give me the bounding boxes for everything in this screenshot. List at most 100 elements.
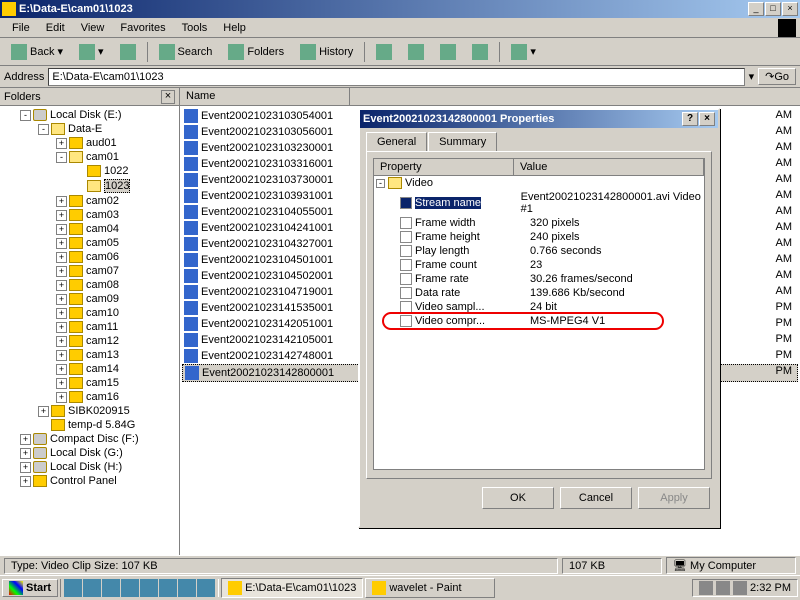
app-icon[interactable] [178,579,196,597]
tree-node[interactable]: -cam01 [2,150,177,164]
tree-node[interactable]: +Compact Disc (F:) [2,432,177,446]
tree-node[interactable]: +cam15 [2,376,177,390]
tree-node[interactable]: temp-d 5.84G [2,418,177,432]
folders-panel-close-button[interactable]: × [161,90,175,104]
copyto-button[interactable] [401,41,431,63]
tree-node[interactable]: +cam08 [2,278,177,292]
tree-node[interactable]: +cam03 [2,208,177,222]
go-button[interactable]: ↷Go [758,68,796,85]
tree-node[interactable]: 1022 [2,164,177,178]
property-row[interactable]: Video sampl...24 bit [374,300,704,314]
tree-node[interactable]: +cam10 [2,306,177,320]
dialog-close-button[interactable]: × [699,112,715,126]
tray-icon[interactable] [699,581,713,595]
ok-button[interactable]: OK [482,487,554,509]
dialog-help-button[interactable]: ? [682,112,698,126]
tree-node[interactable]: -Data-E [2,122,177,136]
time-suffix: PM [776,316,793,332]
address-input[interactable] [48,68,744,86]
folders-button[interactable]: Folders [221,41,291,63]
tree-node[interactable]: +cam13 [2,348,177,362]
up-button[interactable] [113,41,143,63]
column-name[interactable]: Name [180,88,350,105]
system-tray: 2:32 PM [692,579,798,597]
app-icon[interactable] [140,579,158,597]
taskbar-item[interactable]: wavelet - Paint [365,578,495,598]
moveto-button[interactable] [369,41,399,63]
property-row[interactable]: Frame rate30.26 frames/second [374,272,704,286]
tree-node[interactable]: +SIBK020915 [2,404,177,418]
time-suffix: PM [776,300,793,316]
tree-node[interactable]: +cam09 [2,292,177,306]
cancel-button[interactable]: Cancel [560,487,632,509]
property-row[interactable]: Stream nameEvent20021023142800001.avi Vi… [374,190,704,216]
volume-icon[interactable] [733,581,747,595]
disk-icon [33,447,47,459]
ie-icon[interactable] [64,579,82,597]
menu-favorites[interactable]: Favorites [112,20,173,36]
menu-help[interactable]: Help [215,20,254,36]
property-row[interactable]: Frame height240 pixels [374,230,704,244]
tree-node[interactable]: +cam04 [2,222,177,236]
history-button[interactable]: History [293,41,360,63]
property-row[interactable]: Video compr...MS-MPEG4 V1 [374,314,704,328]
back-button[interactable]: Back▾ [4,41,70,63]
apply-button[interactable]: Apply [638,487,710,509]
app-icon[interactable] [121,579,139,597]
property-group-video[interactable]: - Video [374,176,704,190]
app-icon[interactable] [197,579,215,597]
start-button[interactable]: Start [2,579,58,597]
tree-node[interactable]: +Local Disk (G:) [2,446,177,460]
tree-node[interactable]: -Local Disk (E:) [2,108,177,122]
close-button[interactable]: × [782,2,798,16]
property-grid[interactable]: Property Value - Video Stream nameEvent2… [373,158,705,470]
folder-tree[interactable]: -Local Disk (E:)-Data-E+aud01-cam0110221… [0,106,179,555]
minimize-button[interactable]: _ [748,2,764,16]
maximize-button[interactable]: □ [765,2,781,16]
document-icon [400,273,412,285]
windows-logo-icon [778,19,796,37]
views-button[interactable]: ▾ [504,41,543,63]
search-button[interactable]: Search [152,41,220,63]
tree-node[interactable]: +cam07 [2,264,177,278]
tree-node[interactable]: +cam02 [2,194,177,208]
folder-icon [69,321,83,333]
tab-summary[interactable]: Summary [428,132,497,151]
property-row[interactable]: Frame count23 [374,258,704,272]
desktop-icon[interactable] [102,579,120,597]
taskbar-item[interactable]: E:\Data-E\cam01\1023 [221,578,363,598]
tree-node[interactable]: 1023 [2,178,177,194]
undo-button[interactable] [465,41,495,63]
tree-node[interactable]: +cam12 [2,334,177,348]
menu-view[interactable]: View [73,20,113,36]
outlook-icon[interactable] [83,579,101,597]
dialog-titlebar[interactable]: Event20021023142800001 Properties ? × [360,110,718,128]
column-value[interactable]: Value [514,159,704,175]
tree-node[interactable]: +cam06 [2,250,177,264]
tree-node[interactable]: +cam16 [2,390,177,404]
video-icon [184,349,198,363]
tree-node[interactable]: +cam14 [2,362,177,376]
property-row[interactable]: Data rate139.686 Kb/second [374,286,704,300]
folders-icon [228,44,244,60]
column-property[interactable]: Property [374,159,514,175]
delete-button[interactable] [433,41,463,63]
menu-edit[interactable]: Edit [38,20,73,36]
menu-file[interactable]: File [4,20,38,36]
tray-icon[interactable] [716,581,730,595]
tree-node[interactable]: +Control Panel [2,474,177,488]
tab-general[interactable]: General [366,132,427,151]
tree-node[interactable]: +cam11 [2,320,177,334]
tree-node[interactable]: +aud01 [2,136,177,150]
app-icon[interactable] [159,579,177,597]
taskbar: Start E:\Data-E\cam01\1023 wavelet - Pai… [0,575,800,600]
property-row[interactable]: Play length0.766 seconds [374,244,704,258]
arrow-right-icon [79,44,95,60]
menu-tools[interactable]: Tools [174,20,216,36]
open-icon [87,180,101,192]
clock[interactable]: 2:32 PM [750,582,791,594]
property-row[interactable]: Frame width320 pixels [374,216,704,230]
tree-node[interactable]: +Local Disk (H:) [2,460,177,474]
forward-button[interactable]: ▾ [72,41,111,63]
tree-node[interactable]: +cam05 [2,236,177,250]
